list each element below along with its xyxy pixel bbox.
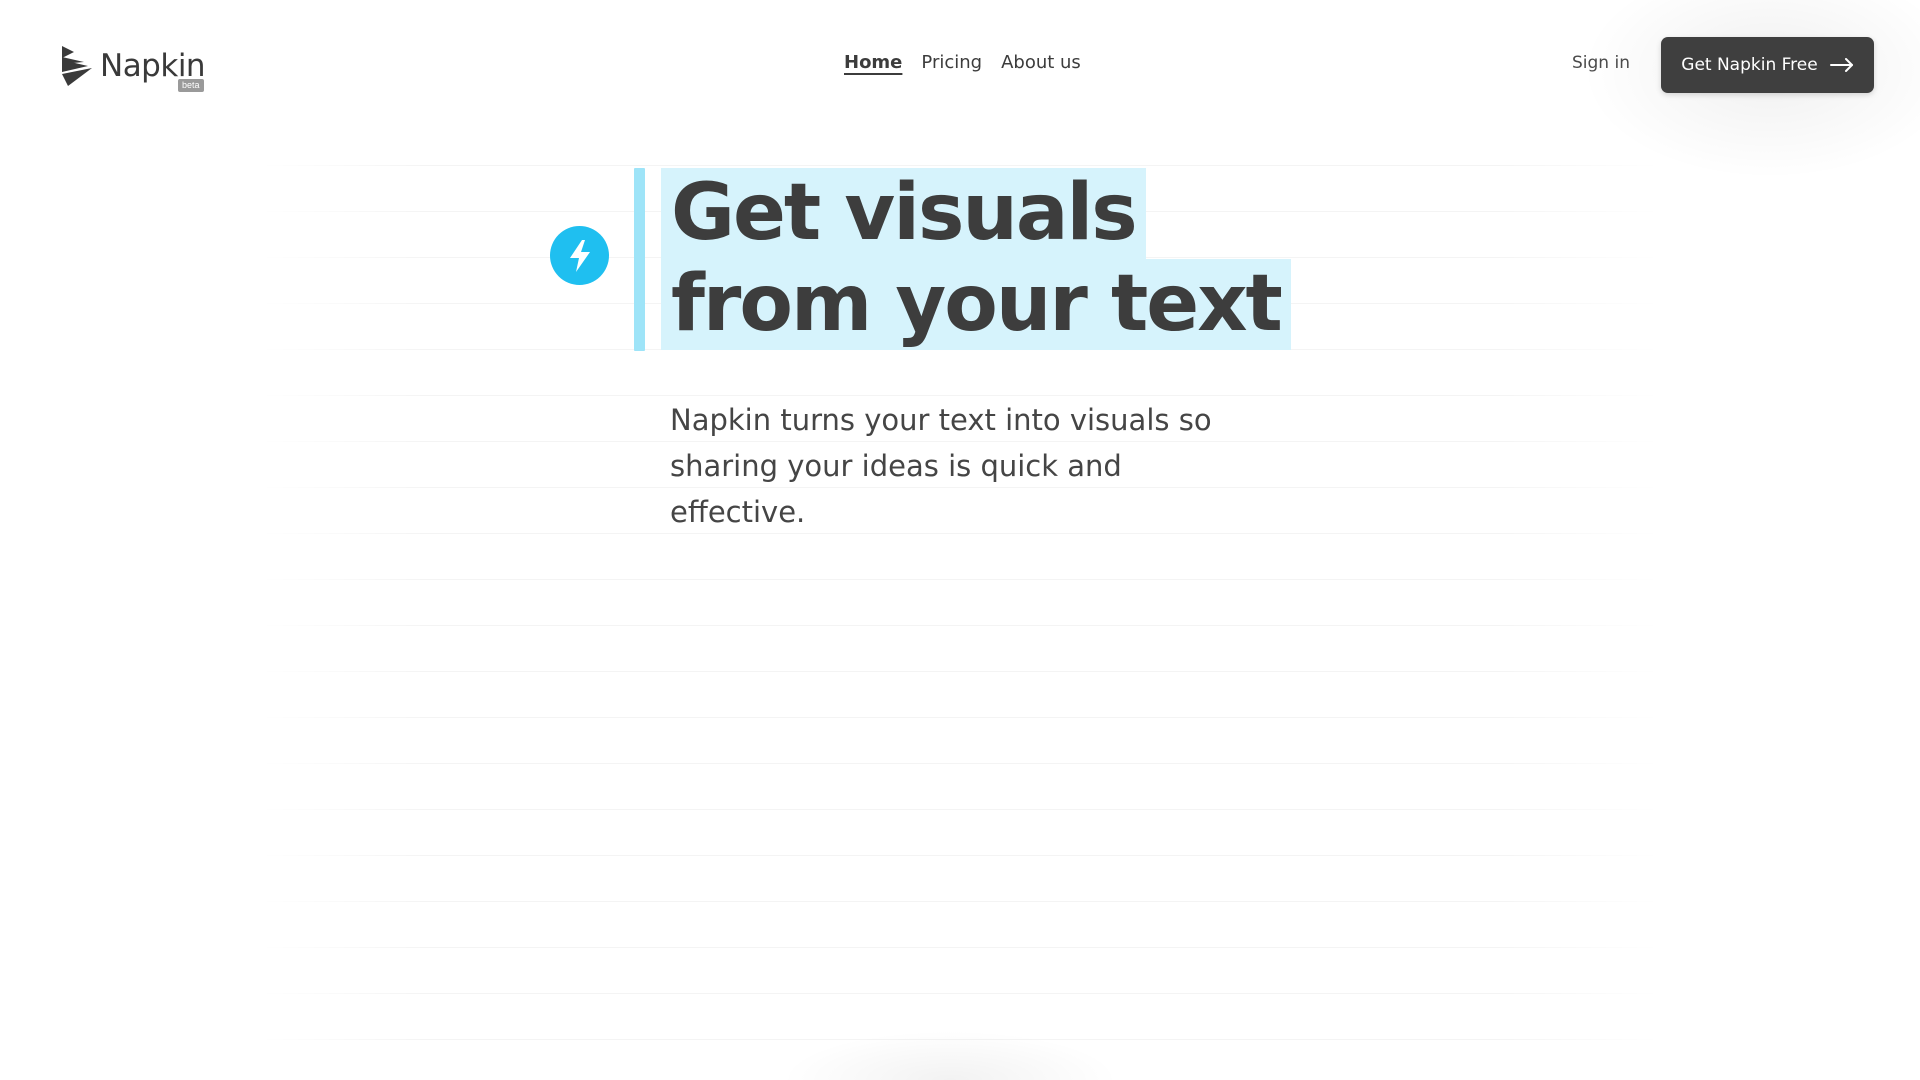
nav-item-pricing[interactable]: Pricing <box>921 52 982 73</box>
beta-badge: beta <box>178 79 204 92</box>
nav-item-about-us[interactable]: About us <box>1001 52 1081 73</box>
arrow-right-icon <box>1829 58 1853 72</box>
lightning-badge <box>550 226 609 285</box>
hero-title: Get visuals from your text <box>661 168 1291 350</box>
title-accent-bar <box>634 168 645 351</box>
lightning-bolt-icon <box>569 239 590 272</box>
napkin-logo-icon <box>62 46 92 86</box>
sign-in-link[interactable]: Sign in <box>1572 53 1630 73</box>
get-napkin-free-button[interactable]: Get Napkin Free <box>1661 37 1874 93</box>
site-header: Napkin beta Home Pricing About us Sign i… <box>0 0 1920 130</box>
hero-title-line-2: from your text <box>661 259 1291 350</box>
cta-label: Get Napkin Free <box>1681 55 1818 75</box>
main-nav: Home Pricing About us <box>844 52 1081 73</box>
nav-item-home[interactable]: Home <box>844 52 902 73</box>
landing-page: Napkin beta Home Pricing About us Sign i… <box>0 0 1920 1080</box>
hero-title-line-1: Get visuals <box>661 168 1146 259</box>
hero-subtitle: Napkin turns your text into visuals so s… <box>670 403 1212 529</box>
